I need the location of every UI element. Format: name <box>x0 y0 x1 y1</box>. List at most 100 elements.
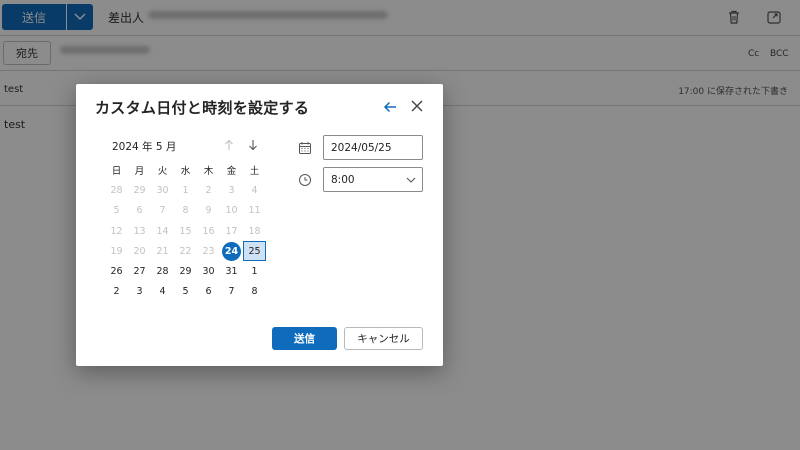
calendar-day-label: 6 <box>205 286 212 298</box>
dialog-cancel-button[interactable]: キャンセル <box>344 327 423 350</box>
calendar-day-label: 31 <box>225 266 238 278</box>
weekday-label: 日 <box>111 166 122 178</box>
calendar-day-label: 18 <box>248 225 261 237</box>
dialog-send-button[interactable]: 送信 <box>272 327 337 350</box>
calendar-day-label: 6 <box>136 205 143 217</box>
calendar-day: 20 <box>128 241 151 261</box>
calendar-day: 19 <box>105 241 128 261</box>
calendar-grid: 日月火水木金土 28 29 30 1 2 3 4 5 6 7 8 9 10 11 12 13 14 15 16 17 18… <box>105 160 266 302</box>
calendar-day: 23 <box>197 241 220 261</box>
calendar-day: 7 <box>151 201 174 221</box>
calendar-day: 15 <box>174 221 197 241</box>
calendar-day[interactable]: 7 <box>220 282 243 302</box>
weekday-header-row: 日月火水木金土 <box>105 160 266 180</box>
weekday-label: 木 <box>203 166 214 178</box>
calendar-day-label: 4 <box>251 184 258 196</box>
chevron-down-icon <box>406 177 416 183</box>
calendar-week-row: 5 6 7 8 9 10 11 <box>105 201 266 221</box>
calendar-day: 3 <box>220 180 243 200</box>
calendar-day: 9 <box>197 201 220 221</box>
calendar-day-label: 1 <box>251 266 258 278</box>
calendar-day-label: 25 <box>248 245 261 257</box>
calendar-day-label: 24 <box>222 241 241 261</box>
calendar-day-label: 7 <box>159 205 166 217</box>
calendar-day-label: 20 <box>133 245 146 257</box>
calendar-day: 29 <box>128 180 151 200</box>
calendar-day: 28 <box>105 180 128 200</box>
calendar-day: 10 <box>220 201 243 221</box>
calendar-week-row: 28 29 30 1 2 3 4 <box>105 180 266 200</box>
calendar-day[interactable]: 1 <box>243 261 266 281</box>
calendar-day[interactable]: 24 <box>220 241 243 261</box>
calendar-day-label: 16 <box>202 225 215 237</box>
calendar-day: 12 <box>105 221 128 241</box>
calendar-week-row: 2 3 4 5 6 7 8 <box>105 282 266 302</box>
calendar-day-label: 4 <box>159 286 166 298</box>
calendar-day[interactable]: 27 <box>128 261 151 281</box>
calendar-day-label: 28 <box>110 184 123 196</box>
calendar-day: 22 <box>174 241 197 261</box>
calendar-day-label: 29 <box>179 266 192 278</box>
calendar-day: 5 <box>105 201 128 221</box>
weekday-label: 水 <box>180 166 191 178</box>
calendar-day-label: 17 <box>225 225 238 237</box>
calendar-day: 21 <box>151 241 174 261</box>
calendar-day[interactable]: 31 <box>220 261 243 281</box>
calendar-day-label: 22 <box>179 245 192 257</box>
calendar-day[interactable]: 25 <box>243 241 266 262</box>
calendar-day-label: 21 <box>156 245 169 257</box>
calendar-day: 17 <box>220 221 243 241</box>
calendar-day-label: 30 <box>202 266 215 278</box>
calendar-day-label: 2 <box>113 286 120 298</box>
calendar-day-label: 27 <box>133 266 146 278</box>
calendar-day: 4 <box>243 180 266 200</box>
calendar-day[interactable]: 28 <box>151 261 174 281</box>
dialog-title: カスタム日付と時刻を設定する <box>95 99 310 117</box>
calendar-day-label: 23 <box>202 245 215 257</box>
calendar-month-label: 2024 年 5 月 <box>112 141 177 153</box>
calendar-day: 30 <box>151 180 174 200</box>
calendar-day: 11 <box>243 201 266 221</box>
custom-schedule-dialog: カスタム日付と時刻を設定する 2024 年 5 月 日月火水木金土 28 29 30 1… <box>76 84 443 366</box>
calendar-day[interactable]: 30 <box>197 261 220 281</box>
calendar-day-label: 8 <box>182 205 189 217</box>
arrow-down-icon[interactable] <box>247 139 259 151</box>
calendar-day-label: 14 <box>156 225 169 237</box>
arrow-up-icon[interactable] <box>223 139 235 151</box>
weekday-label: 月 <box>134 166 145 178</box>
calendar-day-label: 1 <box>182 184 189 196</box>
calendar-day: 14 <box>151 221 174 241</box>
calendar-week-row: 19 20 21 22 23 24 25 <box>105 241 266 262</box>
close-icon[interactable] <box>410 99 424 113</box>
calendar-day-label: 29 <box>133 184 146 196</box>
calendar-day[interactable]: 26 <box>105 261 128 281</box>
weekday-label: 土 <box>249 166 260 178</box>
calendar-day-label: 3 <box>136 286 143 298</box>
weekday-label: 火 <box>157 166 168 178</box>
calendar-day: 13 <box>128 221 151 241</box>
calendar-day-label: 9 <box>205 205 212 217</box>
calendar-day-label: 10 <box>225 205 238 217</box>
calendar-day-label: 5 <box>113 205 120 217</box>
calendar-day: 8 <box>174 201 197 221</box>
calendar-day[interactable]: 5 <box>174 282 197 302</box>
calendar-day[interactable]: 6 <box>197 282 220 302</box>
calendar-icon <box>299 142 311 154</box>
calendar-day[interactable]: 4 <box>151 282 174 302</box>
calendar-day: 16 <box>197 221 220 241</box>
calendar-day: 1 <box>174 180 197 200</box>
clock-icon <box>299 174 311 186</box>
time-select[interactable]: 8:00 <box>323 167 423 192</box>
calendar-day[interactable]: 29 <box>174 261 197 281</box>
calendar-day[interactable]: 8 <box>243 282 266 302</box>
calendar-day[interactable]: 2 <box>105 282 128 302</box>
calendar-day: 2 <box>197 180 220 200</box>
calendar-day: 6 <box>128 201 151 221</box>
date-input[interactable]: 2024/05/25 <box>323 135 423 160</box>
calendar-day-label: 11 <box>248 205 261 217</box>
calendar-week-row: 26 27 28 29 30 31 1 <box>105 261 266 281</box>
back-arrow-icon[interactable] <box>382 99 398 115</box>
calendar-day-label: 2 <box>205 184 212 196</box>
calendar-day[interactable]: 3 <box>128 282 151 302</box>
calendar-day-label: 5 <box>182 286 189 298</box>
